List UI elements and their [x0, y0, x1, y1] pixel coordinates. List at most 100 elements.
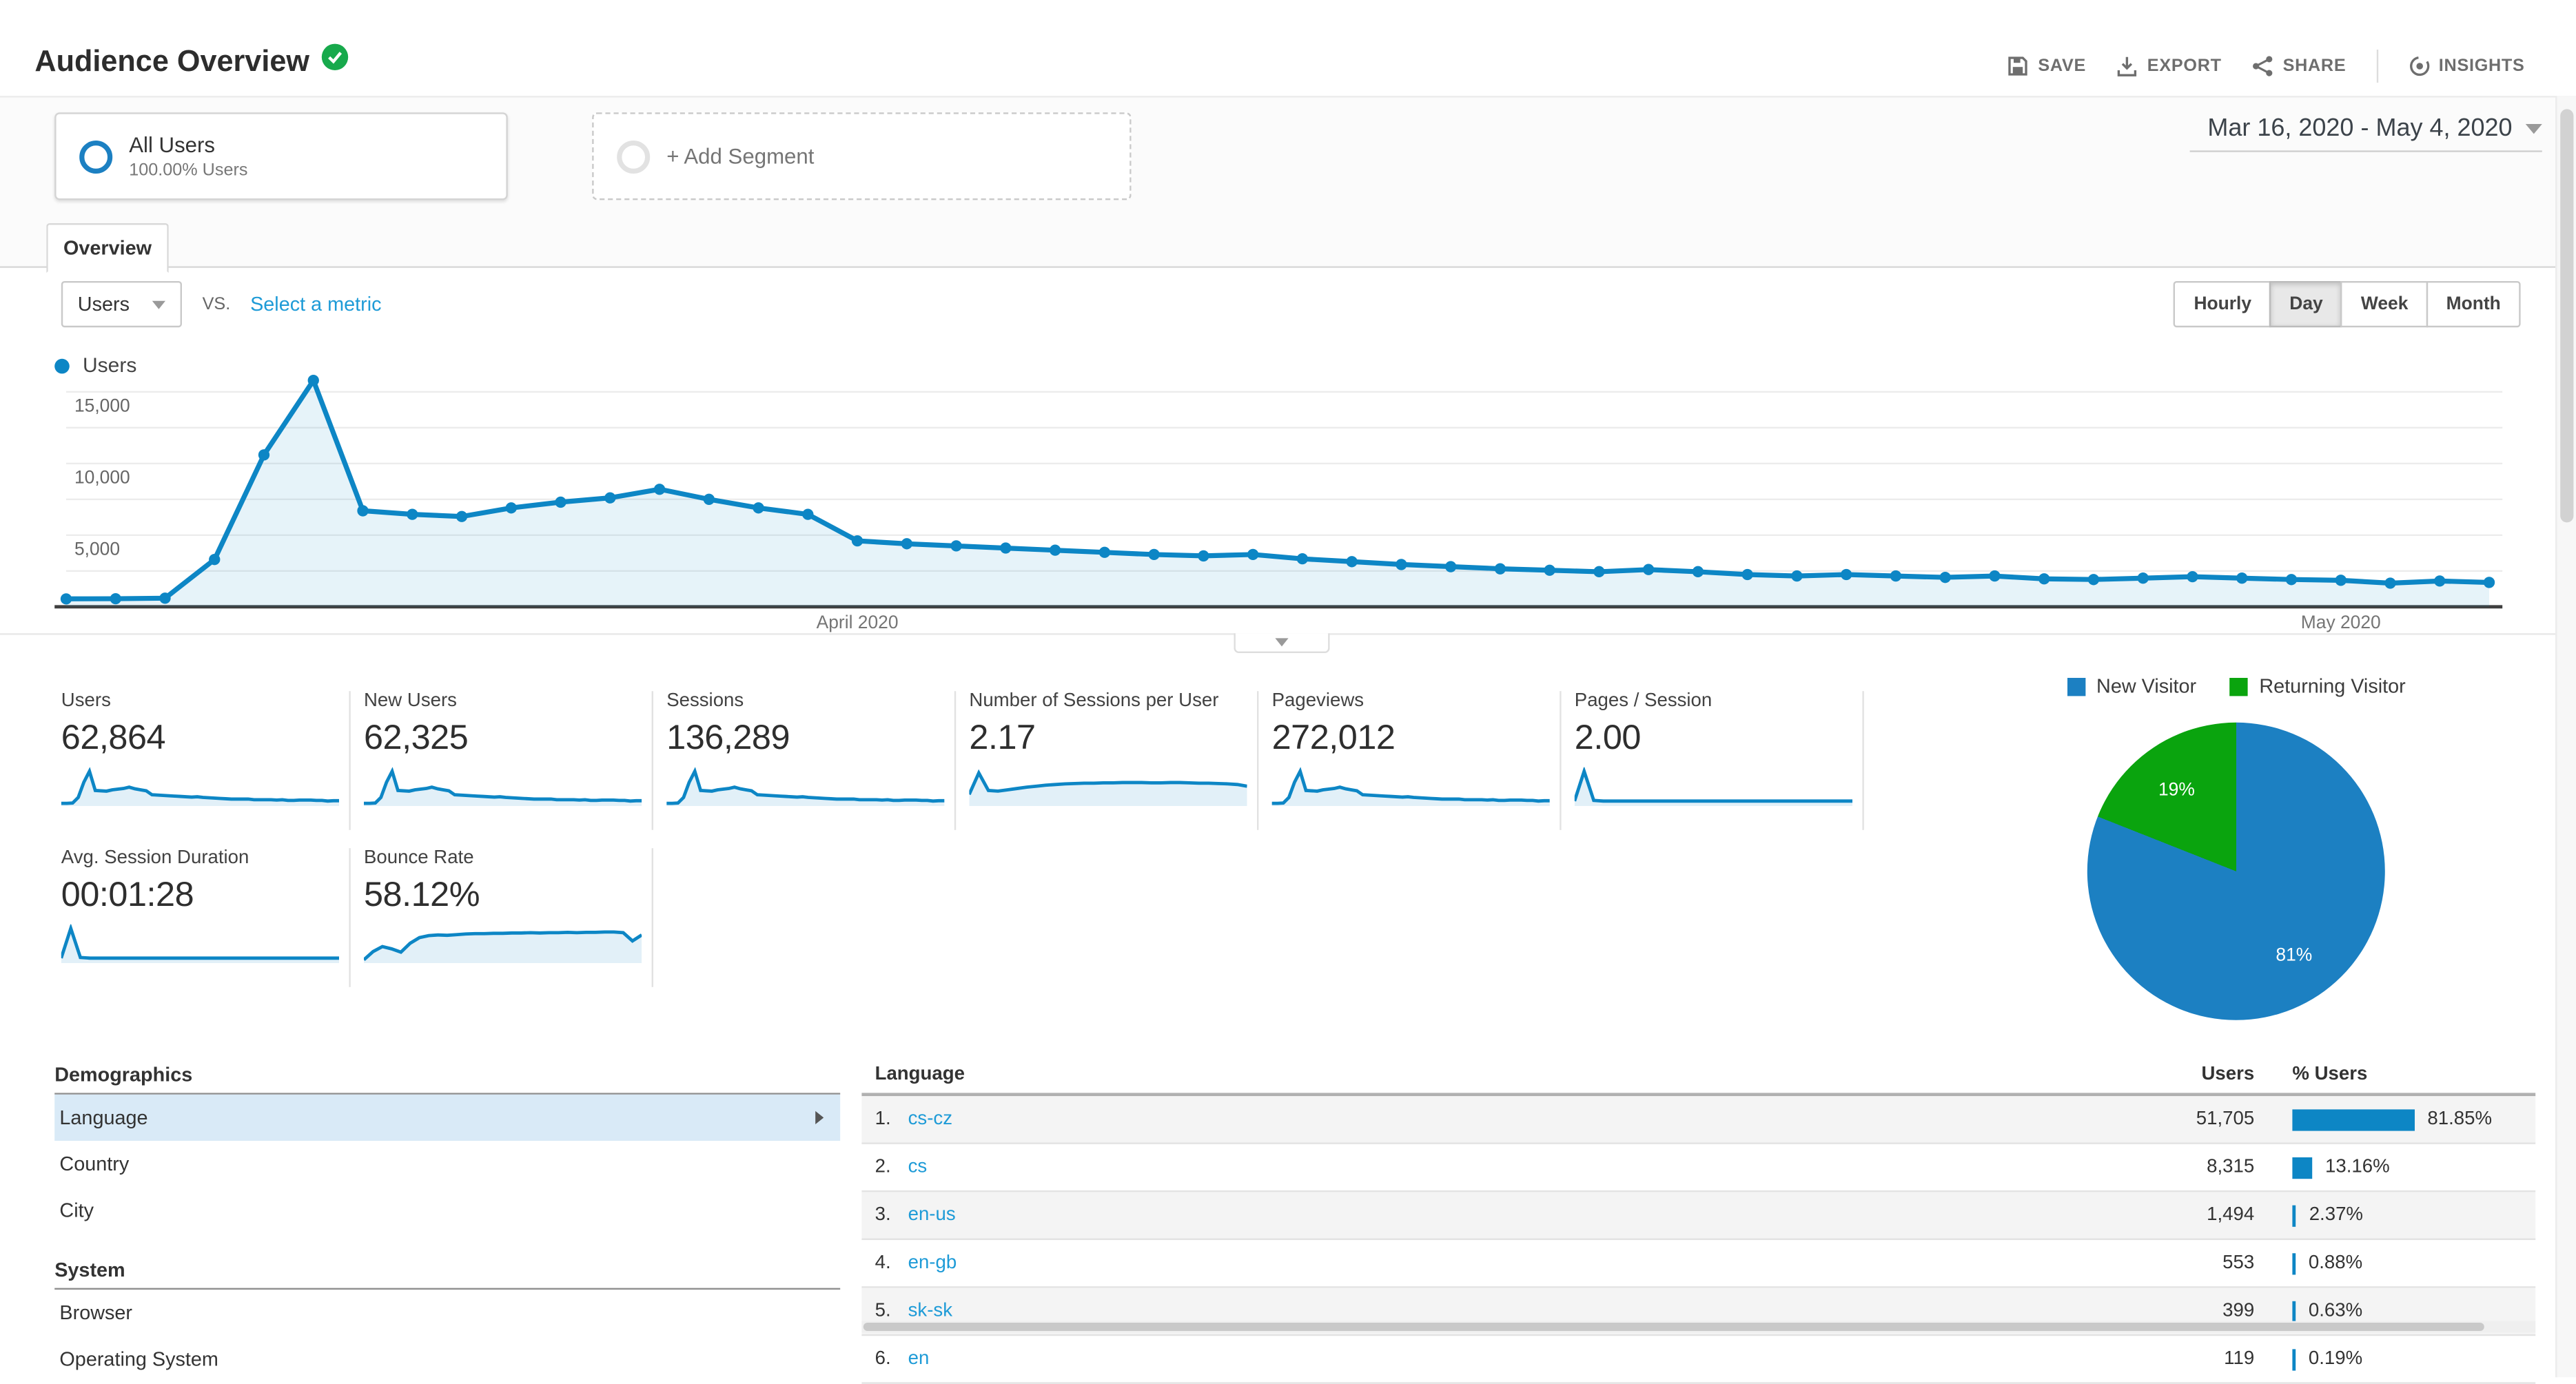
col-pct-users: % Users: [2292, 1064, 2368, 1085]
actions-divider: [2375, 50, 2378, 83]
language-link[interactable]: en-us: [908, 1192, 956, 1240]
share-button[interactable]: SHARE: [2245, 51, 2353, 81]
pct-bar: [2292, 1301, 2296, 1323]
legend-new-visitor: New Visitor: [2066, 674, 2197, 698]
legend-label: New Visitor: [2096, 674, 2197, 698]
pct-bar: [2292, 1253, 2296, 1275]
pct-bar: [2292, 1109, 2415, 1131]
nav-section-system: System: [54, 1253, 841, 1290]
scrollbar-thumb[interactable]: [863, 1323, 2484, 1332]
date-range-selector[interactable]: Mar 16, 2020 - May 4, 2020: [2189, 106, 2542, 152]
table-horizontal-scrollbar[interactable]: [861, 1321, 2536, 1333]
scorecard-label: Users: [61, 691, 111, 711]
vs-label: VS.: [202, 294, 231, 315]
scorecard-value: 2.00: [1574, 719, 1642, 758]
nav-item-label: Country: [59, 1152, 130, 1176]
arrow-right-icon: [815, 1111, 824, 1125]
scorecard-number-of-sessions-per-user: Number of Sessions per User 2.17: [963, 691, 1259, 830]
table-row: 1. cs-cz 51,705 81.85%: [861, 1096, 2536, 1144]
insights-button[interactable]: INSIGHTS: [2401, 51, 2532, 81]
save-icon: [2007, 54, 2030, 78]
scorecard-value: 00:01:28: [61, 876, 194, 915]
table-header: Language Users % Users: [861, 1058, 2536, 1097]
svg-text:5,000: 5,000: [74, 539, 120, 559]
scorecard-label: New Users: [364, 691, 457, 711]
scorecard-value: 136,289: [666, 719, 790, 758]
legend-swatch-icon: [2229, 676, 2248, 696]
collapse-arrow-icon: [1275, 638, 1289, 647]
export-button[interactable]: EXPORT: [2109, 51, 2229, 81]
add-segment-button[interactable]: + Add Segment: [592, 112, 1132, 200]
chart-collapse-button[interactable]: [1234, 633, 1330, 654]
tab-overview[interactable]: Overview: [46, 223, 169, 273]
select-metric-link[interactable]: Select a metric: [250, 293, 381, 316]
scorecard-sparkline: [1574, 767, 1852, 806]
legend-swatch-icon: [2066, 676, 2085, 696]
language-link[interactable]: cs: [908, 1144, 928, 1192]
segment-circle-icon: [79, 139, 113, 173]
share-label: SHARE: [2282, 56, 2347, 76]
nav-item-language[interactable]: Language: [54, 1094, 841, 1142]
nav-item-browser[interactable]: Browser: [54, 1290, 840, 1336]
nav-item-label: City: [59, 1199, 94, 1222]
row-rank: 3.: [875, 1205, 891, 1226]
pie-label-returning-visitor: 19%: [2158, 780, 2195, 801]
scorecard-sessions: Sessions 136,289: [660, 691, 957, 830]
scorecard-sparkline: [1271, 767, 1550, 806]
granularity-day[interactable]: Day: [2269, 281, 2343, 328]
metric-dropdown-value: Users: [77, 292, 130, 316]
metric-dropdown[interactable]: Users: [61, 281, 183, 328]
granularity-week[interactable]: Week: [2341, 281, 2429, 328]
scorecard-sparkline: [61, 924, 340, 963]
users-line-chart: 5,000 10,000 15,000 April 2020 May 2020: [54, 375, 2503, 632]
nav-section-demographics: Demographics: [54, 1058, 841, 1095]
language-table: Language Users % Users 1. cs-cz 51,705 81.85% 2…: [861, 1058, 2536, 1384]
row-pct: 0.88%: [2308, 1253, 2363, 1274]
row-pct: 0.19%: [2308, 1349, 2363, 1370]
row-users: 1,494: [2207, 1205, 2255, 1226]
granularity-buttons: Hourly Day Week Month: [2174, 281, 2521, 328]
table-row: 3. en-us 1,494 2.37%: [861, 1192, 2536, 1241]
nav-item-city[interactable]: City: [54, 1187, 840, 1233]
row-pct: 13.16%: [2325, 1157, 2390, 1177]
export-icon: [2116, 54, 2139, 78]
row-rank: 4.: [875, 1253, 891, 1274]
chevron-down-icon: [2525, 123, 2542, 134]
scorecard-label: Sessions: [666, 691, 744, 711]
scrollbar-thumb[interactable]: [2560, 109, 2574, 523]
language-link[interactable]: en: [908, 1336, 930, 1384]
scorecard-label: Avg. Session Duration: [61, 848, 249, 868]
nav-item-country[interactable]: Country: [54, 1141, 840, 1187]
segment-all-users[interactable]: All Users 100.00% Users: [54, 112, 508, 200]
scorecard-sparkline: [969, 769, 1247, 806]
nav-item-label: Operating System: [59, 1347, 218, 1371]
row-users: 51,705: [2196, 1109, 2255, 1130]
insights-label: INSIGHTS: [2438, 56, 2525, 76]
granularity-hourly[interactable]: Hourly: [2174, 281, 2271, 328]
scorecard-avg-session-duration: Avg. Session Duration 00:01:28: [54, 848, 351, 987]
tab-overview-label: Overview: [63, 236, 152, 260]
scorecard-label: Bounce Rate: [364, 848, 474, 868]
col-language: Language: [875, 1064, 965, 1085]
language-link[interactable]: cs-cz: [908, 1096, 952, 1144]
date-range-text: Mar 16, 2020 - May 4, 2020: [2207, 114, 2513, 143]
col-users: Users: [2201, 1064, 2255, 1085]
scorecard-value: 62,864: [61, 719, 166, 758]
pie-label-new-visitor: 81%: [2276, 945, 2313, 966]
scorecard-value: 58.12%: [364, 876, 480, 915]
row-users: 119: [2224, 1349, 2255, 1370]
export-label: EXPORT: [2147, 56, 2222, 76]
legend-returning-visitor: Returning Visitor: [2229, 674, 2406, 698]
nav-item-operating-system[interactable]: Operating System: [54, 1336, 840, 1382]
insights-icon: [2407, 54, 2431, 78]
pct-bar: [2292, 1349, 2296, 1371]
save-button[interactable]: SAVE: [2000, 51, 2092, 81]
row-users: 553: [2222, 1253, 2255, 1274]
row-rank: 6.: [875, 1349, 891, 1370]
granularity-month[interactable]: Month: [2426, 281, 2521, 328]
segment-title: All Users: [129, 132, 216, 158]
language-link[interactable]: en-gb: [908, 1240, 957, 1288]
page-vertical-scrollbar[interactable]: [2555, 96, 2576, 1377]
row-pct: 2.37%: [2309, 1205, 2363, 1226]
add-segment-label: + Add Segment: [666, 143, 815, 169]
